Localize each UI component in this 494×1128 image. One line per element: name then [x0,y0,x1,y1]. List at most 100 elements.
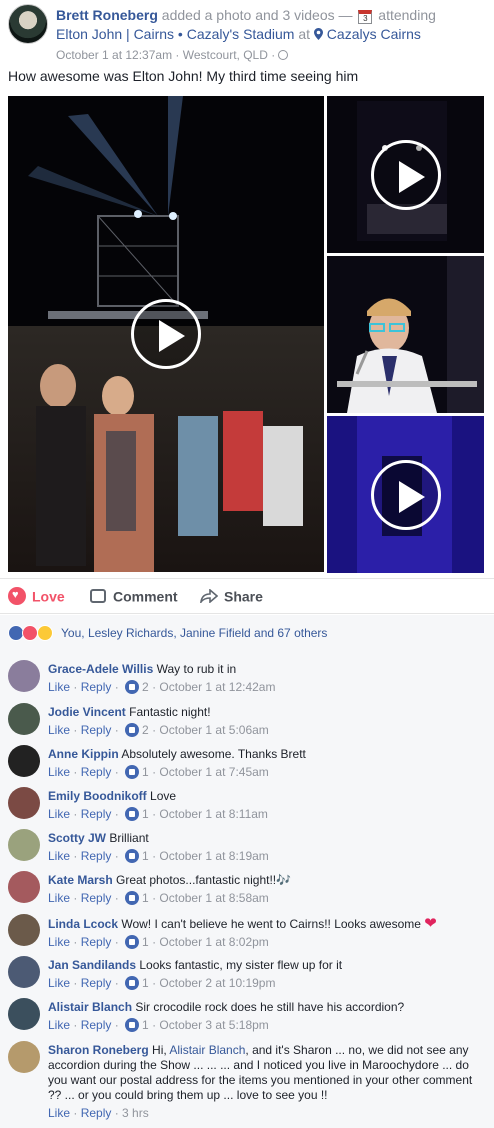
comment-reply-link[interactable]: Reply [81,1106,112,1120]
comment-reply-link[interactable]: Reply [81,891,112,905]
commenter-name[interactable]: Kate Marsh [48,873,113,887]
comment-time[interactable]: October 1 at 12:42am [159,680,275,694]
commenter-avatar[interactable] [8,914,40,946]
play-button-icon[interactable] [131,299,201,369]
heart-icon [8,587,26,606]
comment-reply-link[interactable]: Reply [81,723,112,737]
comment-time[interactable]: October 1 at 5:06am [159,723,268,737]
comment-meta: Like · Reply · 1 · October 2 at 10:19pm [48,976,276,990]
like-count[interactable]: 1 [142,891,149,905]
calendar-icon: 3 [358,10,373,24]
comment-time[interactable]: 3 hrs [122,1106,149,1120]
commenter-avatar[interactable] [8,703,40,735]
comment-icon [90,589,106,604]
commenter-name[interactable]: Jodie Vincent [48,705,126,719]
like-count-icon [125,849,140,863]
comment-meta: Like · Reply · 1 · October 1 at 8:19am [48,849,269,863]
love-reaction-icon [22,625,39,641]
commenter-avatar[interactable] [8,829,40,861]
comment-text: Wow! I can't believe he went to Cairns!!… [121,917,421,931]
comment-meta: Like · Reply · 3 hrs [48,1106,149,1120]
commenter-name[interactable]: Alistair Blanch [48,1000,132,1014]
comment-label: Comment [113,588,178,605]
comment-like-link[interactable]: Like [48,891,70,905]
post-header-line: Brett Roneberg added a photo and 3 video… [56,6,486,25]
comment-like-link[interactable]: Like [48,976,70,990]
commenter-name[interactable]: Linda Lcock [48,917,118,931]
comment-like-link[interactable]: Like [48,765,70,779]
comment-like-link[interactable]: Like [48,935,70,949]
comment-like-link[interactable]: Like [48,680,70,694]
commenter-avatar[interactable] [8,998,40,1030]
play-button-icon[interactable] [370,139,441,210]
comment-button[interactable]: Comment [90,587,178,604]
love-button[interactable]: Love [8,587,65,606]
share-icon [200,589,218,604]
comment-text: Great photos...fantastic night!!🎶 [116,873,292,887]
post-timestamp[interactable]: October 1 at 12:37am · Westcourt, QLD · [56,48,275,62]
comment-reply-link[interactable]: Reply [81,765,112,779]
comment-text: Absolutely awesome. Thanks Brett [121,747,306,761]
reactions-summary[interactable]: You, Lesley Richards, Janine Fifield and… [8,625,327,641]
reactions-text[interactable]: You, Lesley Richards, Janine Fifield and… [61,626,327,640]
like-count[interactable]: 2 [142,680,149,694]
red-heart-icon: ❤ [424,915,437,932]
share-button[interactable]: Share [200,587,263,604]
comment-like-link[interactable]: Like [48,849,70,863]
event-link[interactable]: Elton John | Cairns • Cazaly's Stadium [56,26,294,42]
like-count[interactable]: 2 [142,723,149,737]
author-avatar[interactable] [8,4,48,44]
commenter-name[interactable]: Emily Boodnikoff [48,789,147,803]
comment-time[interactable]: October 1 at 7:45am [159,765,268,779]
commenter-name[interactable]: Grace-Adele Willis [48,662,153,676]
commenter-avatar[interactable] [8,787,40,819]
commenter-name[interactable]: Scotty JW [48,831,106,845]
comment-meta: Like · Reply · 2 · October 1 at 5:06am [48,723,269,737]
comment-reply-link[interactable]: Reply [81,680,112,694]
comment-like-link[interactable]: Like [48,807,70,821]
comments-section: You, Lesley Richards, Janine Fifield and… [0,615,494,1128]
attending-text: attending [378,7,436,23]
comment-like-link[interactable]: Like [48,1106,70,1120]
commenter-avatar[interactable] [8,956,40,988]
comment-meta: Like · Reply · 1 · October 1 at 8:58am [48,891,269,905]
comment-meta: Like · Reply · 1 · October 1 at 8:02pm [48,935,269,949]
like-count[interactable]: 1 [142,1018,149,1032]
commenter-avatar[interactable] [8,1041,40,1073]
side-video-1[interactable] [327,96,484,253]
commenter-avatar[interactable] [8,871,40,903]
play-button-icon[interactable] [370,459,441,530]
author-name[interactable]: Brett Roneberg [56,7,158,23]
commenter-name[interactable]: Sharon Roneberg [48,1043,149,1057]
comment-time[interactable]: October 1 at 8:02pm [159,935,268,949]
photo-elton[interactable] [327,256,484,413]
commenter-name[interactable]: Anne Kippin [48,747,119,761]
like-count[interactable]: 1 [142,807,149,821]
comment-like-link[interactable]: Like [48,1018,70,1032]
comment-time[interactable]: October 3 at 5:18pm [159,1018,268,1032]
like-count[interactable]: 1 [142,976,149,990]
comment-time[interactable]: October 1 at 8:11am [159,807,268,821]
like-count[interactable]: 1 [142,849,149,863]
comment-reply-link[interactable]: Reply [81,935,112,949]
commenter-avatar[interactable] [8,660,40,692]
comment-reply-link[interactable]: Reply [81,807,112,821]
comment-time[interactable]: October 1 at 8:58am [159,891,268,905]
globe-icon [278,50,289,60]
main-video[interactable] [8,96,324,572]
comment-time[interactable]: October 1 at 8:19am [159,849,268,863]
commenter-avatar[interactable] [8,745,40,777]
mention-link[interactable]: Alistair Blanch [169,1043,245,1057]
post-meta: October 1 at 12:37am · Westcourt, QLD · [56,48,289,62]
like-count[interactable]: 1 [142,935,149,949]
commenter-name[interactable]: Jan Sandilands [48,958,136,972]
event-line: Elton John | Cairns • Cazaly's Stadium a… [56,25,486,44]
like-count[interactable]: 1 [142,765,149,779]
comment-reply-link[interactable]: Reply [81,1018,112,1032]
comment-time[interactable]: October 2 at 10:19pm [159,976,275,990]
side-video-2[interactable] [327,416,484,573]
comment-reply-link[interactable]: Reply [81,849,112,863]
comment-reply-link[interactable]: Reply [81,976,112,990]
comment-like-link[interactable]: Like [48,723,70,737]
place-link[interactable]: Cazalys Cairns [327,26,421,42]
